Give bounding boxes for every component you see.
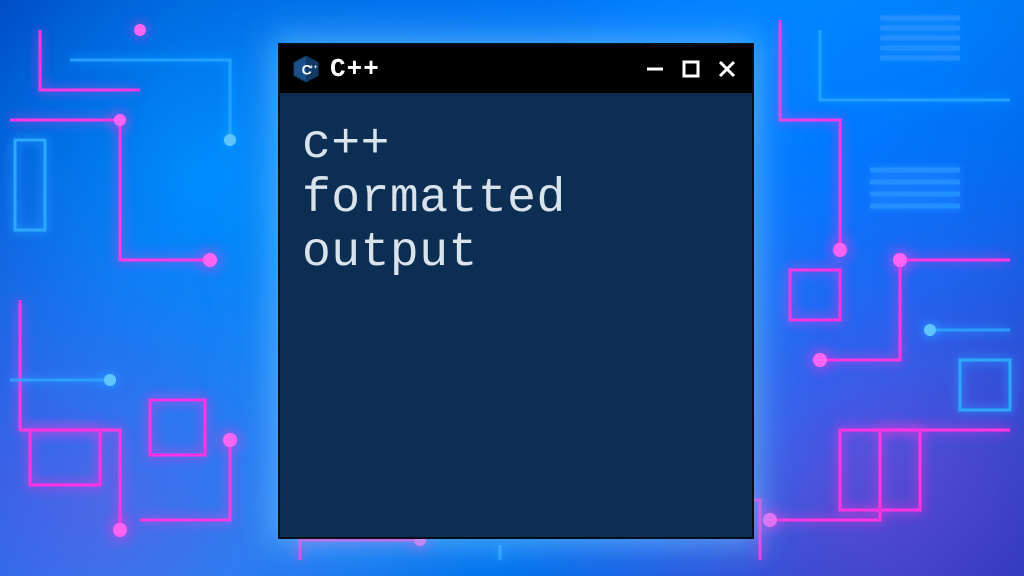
close-button[interactable] <box>714 56 740 82</box>
maximize-icon <box>681 59 701 79</box>
window-controls <box>642 56 740 82</box>
titlebar[interactable]: C + + C++ <box>280 45 752 93</box>
close-icon <box>717 59 737 79</box>
cpp-logo-icon: C + + <box>292 55 320 83</box>
minimize-button[interactable] <box>642 56 668 82</box>
terminal-content: c++ formatted output <box>280 93 752 537</box>
minimize-icon <box>645 59 665 79</box>
svg-text:+: + <box>314 64 318 71</box>
svg-text:+: + <box>310 64 314 71</box>
terminal-window: C + + C++ c++ <box>280 45 752 537</box>
window-title: C++ <box>330 54 632 84</box>
maximize-button[interactable] <box>678 56 704 82</box>
